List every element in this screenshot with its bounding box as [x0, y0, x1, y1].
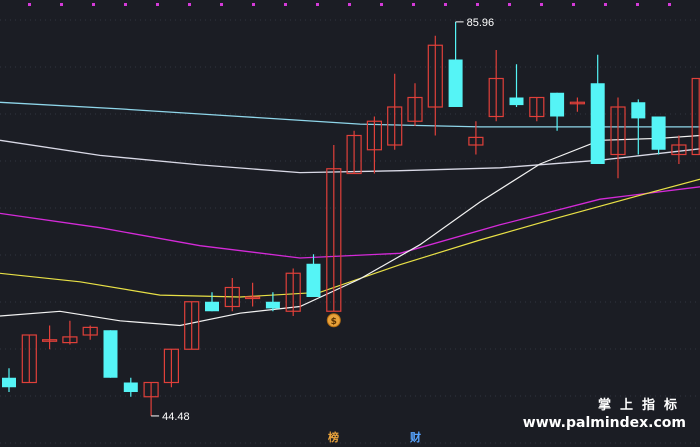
watermark-url: www.palmindex.com: [522, 415, 686, 431]
top-marker: [636, 3, 639, 6]
ma-line-2: [0, 186, 700, 259]
candle-down: [306, 263, 321, 297]
candle-down: [448, 59, 463, 107]
candle-down: [631, 102, 646, 119]
top-marker: [412, 3, 415, 6]
top-marker: [252, 3, 255, 6]
top-marker: [124, 3, 127, 6]
top-marker: [284, 3, 287, 6]
top-marker: [476, 3, 479, 6]
top-marker: [60, 3, 63, 6]
candle-down: [103, 330, 118, 378]
top-marker: [604, 3, 607, 6]
top-marker: [28, 3, 31, 6]
ma-line-3: [0, 178, 700, 298]
candle-down: [509, 97, 524, 106]
candle-down: [651, 116, 666, 150]
kline-stage: 85.96 44.48 $ 掌上指标 www.palmindex.com 榜 财: [0, 0, 700, 447]
candle-down: [550, 92, 565, 117]
candle-down: [265, 301, 280, 309]
moneybag-glyph: $: [331, 317, 337, 327]
top-marker: [444, 3, 447, 6]
candle-down: [205, 301, 219, 312]
top-marker: [668, 3, 671, 6]
top-marker: [572, 3, 575, 6]
top-marker: [508, 3, 511, 6]
top-marker: [188, 3, 191, 6]
candle-down: [123, 382, 138, 392]
candle-down: [590, 83, 605, 164]
tag-bang[interactable]: 榜: [328, 429, 339, 445]
candle-down: [2, 377, 16, 388]
top-marker: [92, 3, 95, 6]
top-marker: [220, 3, 223, 6]
top-marker: [156, 3, 159, 6]
top-marker: [348, 3, 351, 6]
watermark: 掌上指标 www.palmindex.com: [523, 394, 686, 431]
top-marker: [540, 3, 543, 6]
low-label: 44.48: [162, 411, 190, 423]
watermark-chinese: 掌上指标: [597, 398, 686, 413]
kline-chart[interactable]: 85.96 44.48 $: [0, 0, 700, 447]
tag-cai[interactable]: 财: [410, 429, 421, 445]
top-marker: [316, 3, 319, 6]
high-label: 85.96: [467, 17, 495, 29]
top-marker: [380, 3, 383, 6]
